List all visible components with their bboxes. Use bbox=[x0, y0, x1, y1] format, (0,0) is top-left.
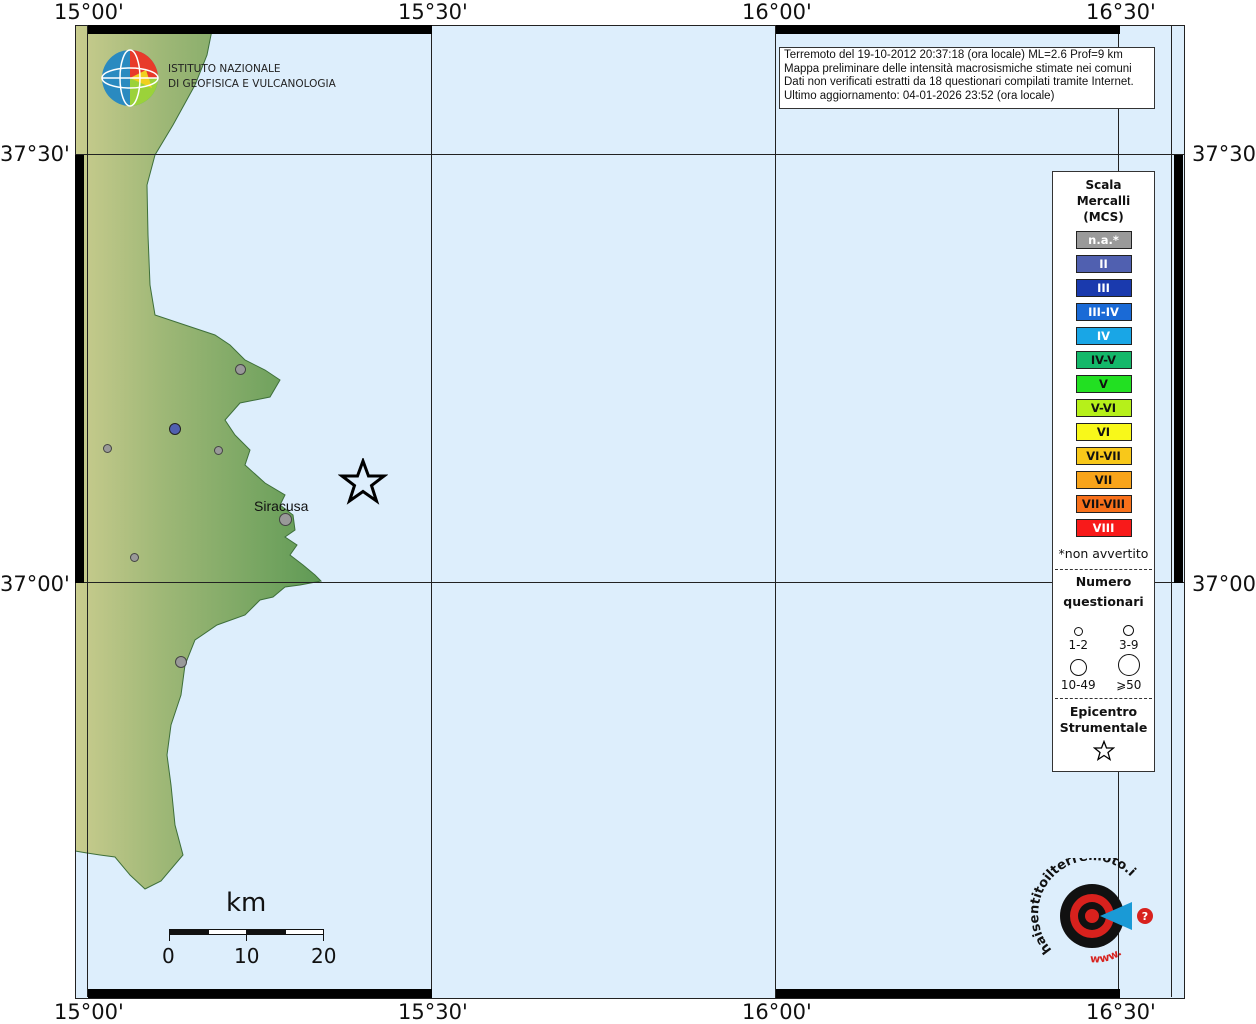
legend-title-line2: Mercalli bbox=[1076, 194, 1131, 208]
size-cell: ⩾50 bbox=[1104, 654, 1155, 692]
site-point[interactable] bbox=[175, 656, 187, 668]
questionnaire-size-grid: 1-2 3-9 10-49 ⩾50 bbox=[1053, 614, 1154, 692]
size-circle-icon bbox=[1073, 627, 1083, 636]
right-lat-label: 37°00' bbox=[1192, 572, 1256, 596]
haisentito-logo[interactable]: ? haisentitoilterremoto.it www. bbox=[1027, 847, 1160, 974]
mcs-swatch: VI bbox=[1075, 423, 1132, 441]
mcs-swatch: III-IV bbox=[1075, 303, 1132, 321]
scale-tick-label: 20 bbox=[311, 944, 337, 968]
size-cell: 1-2 bbox=[1053, 614, 1104, 652]
size-circle-icon bbox=[1123, 625, 1135, 636]
mcs-swatch: III bbox=[1075, 279, 1132, 297]
frame-top-bar-1 bbox=[88, 25, 432, 34]
site-point[interactable] bbox=[103, 444, 112, 453]
size-label: 1-2 bbox=[1068, 638, 1089, 652]
site-point-intensity-ii[interactable] bbox=[169, 423, 181, 435]
scale-tick bbox=[169, 929, 170, 941]
frame-bottom-bar-1 bbox=[88, 989, 432, 998]
bottom-lon-label: 15°00' bbox=[54, 1000, 124, 1024]
top-lon-label: 16°00' bbox=[742, 0, 812, 24]
scale-bar-segment bbox=[170, 930, 209, 934]
questionnaire-title-line1: Numero bbox=[1075, 574, 1132, 589]
left-lat-label: 37°30' bbox=[0, 142, 70, 166]
size-label: 3-9 bbox=[1118, 638, 1139, 652]
frame-top-bar-2 bbox=[776, 25, 1120, 34]
frame-right-inner bbox=[1171, 25, 1172, 997]
info-line-4: Ultimo aggiornamento: 04-01-2026 23:52 (… bbox=[784, 89, 1055, 102]
scale-bar-segment bbox=[247, 930, 286, 934]
top-lon-label: 15°30' bbox=[398, 0, 468, 24]
scale-tick bbox=[246, 929, 247, 941]
size-circle-icon bbox=[1117, 654, 1140, 676]
scale-tick bbox=[323, 929, 324, 941]
size-cell: 3-9 bbox=[1104, 614, 1155, 652]
mcs-swatch: VII-VIII bbox=[1075, 495, 1132, 513]
star-icon bbox=[1092, 739, 1115, 762]
legend-separator bbox=[1055, 569, 1152, 570]
mcs-swatch: V-VI bbox=[1075, 399, 1132, 417]
legend-title: Scala Mercalli (MCS) bbox=[1053, 177, 1154, 225]
epicenter-legend-title: Epicentro Strumentale bbox=[1053, 704, 1154, 736]
site-point[interactable] bbox=[235, 364, 246, 375]
right-lat-label: 37°30' bbox=[1192, 142, 1256, 166]
mcs-swatch: IV-V bbox=[1075, 351, 1132, 369]
legend-title-line1: Scala bbox=[1085, 178, 1122, 192]
brand-logo-icon: ? haisentitoilterremoto.it www. bbox=[1027, 847, 1153, 966]
event-info-box: Terremoto del 19-10-2012 20:37:18 (ora l… bbox=[779, 47, 1155, 109]
epicenter-title-line1: Epicentro bbox=[1069, 704, 1138, 719]
mcs-swatch: VI-VII bbox=[1075, 447, 1132, 465]
scale-tick-label: 0 bbox=[162, 944, 175, 968]
mcs-swatch: VII bbox=[1075, 471, 1132, 489]
city-label-siracusa: Siracusa bbox=[254, 498, 309, 514]
epicenter-title-line2: Strumentale bbox=[1059, 720, 1148, 735]
size-cell: 10-49 bbox=[1053, 654, 1104, 692]
size-label: 10-49 bbox=[1060, 678, 1096, 692]
logo-text-line2: DI GEOFISICA E VULCANOLOGIA bbox=[168, 78, 336, 90]
top-lon-label: 15°00' bbox=[54, 0, 124, 24]
questionnaire-title-line2: questionari bbox=[1063, 594, 1144, 609]
site-point-siracusa[interactable] bbox=[279, 513, 292, 526]
bottom-lon-label: 16°00' bbox=[742, 1000, 812, 1024]
epicenter-star-icon[interactable] bbox=[338, 458, 388, 506]
scale-unit-label: km bbox=[226, 888, 267, 918]
ingv-logo: ISTITUTO NAZIONALE DI GEOFISICA E VULCAN… bbox=[100, 48, 336, 108]
mcs-swatch: V bbox=[1075, 375, 1132, 393]
site-point[interactable] bbox=[130, 553, 139, 562]
site-point[interactable] bbox=[214, 446, 223, 455]
frame-left-inner bbox=[87, 25, 88, 997]
mcs-swatch: n.a.* bbox=[1075, 231, 1132, 249]
legend-separator bbox=[1055, 698, 1152, 699]
info-line-3: Dati non verificati estratti da 18 quest… bbox=[784, 76, 1134, 88]
size-circle-icon bbox=[1069, 659, 1087, 676]
questionnaire-title: Numero questionari bbox=[1053, 572, 1154, 612]
svg-text:?: ? bbox=[1142, 910, 1148, 923]
mcs-scale-swatches: n.a.* II III III-IV IV IV-V V V-VI VI VI-VII VII VI… bbox=[1053, 231, 1154, 537]
legend-note: *non avvertito bbox=[1058, 546, 1149, 561]
left-lat-label: 37°00' bbox=[0, 572, 70, 596]
top-lon-label: 16°30' bbox=[1086, 0, 1156, 24]
frame-right-bar-1 bbox=[1174, 155, 1183, 583]
frame-outline bbox=[75, 25, 1185, 999]
info-line-1: Terremoto del 19-10-2012 20:37:18 (ora l… bbox=[784, 49, 1123, 61]
info-line-2: Mappa preliminare delle intensità macros… bbox=[784, 62, 1132, 75]
bottom-lon-label: 16°30' bbox=[1086, 1000, 1156, 1024]
globe-logo-icon bbox=[101, 49, 159, 107]
mcs-swatch: IV bbox=[1075, 327, 1132, 345]
size-label: ⩾50 bbox=[1116, 678, 1142, 692]
svg-text:www.: www. bbox=[1090, 946, 1124, 966]
logo-text-line1: ISTITUTO NAZIONALE bbox=[168, 63, 281, 75]
frame-left-bar-1 bbox=[75, 155, 84, 583]
legend-panel: Scala Mercalli (MCS) n.a.* II III III-IV IV I… bbox=[1052, 171, 1155, 772]
bottom-lon-label: 15°30' bbox=[398, 1000, 468, 1024]
mcs-swatch: II bbox=[1075, 255, 1132, 273]
frame-bottom-bar-2 bbox=[776, 989, 1120, 998]
scale-tick-label: 10 bbox=[234, 944, 260, 968]
mcs-swatch: VIII bbox=[1075, 519, 1132, 537]
legend-title-line3: (MCS) bbox=[1083, 210, 1124, 224]
